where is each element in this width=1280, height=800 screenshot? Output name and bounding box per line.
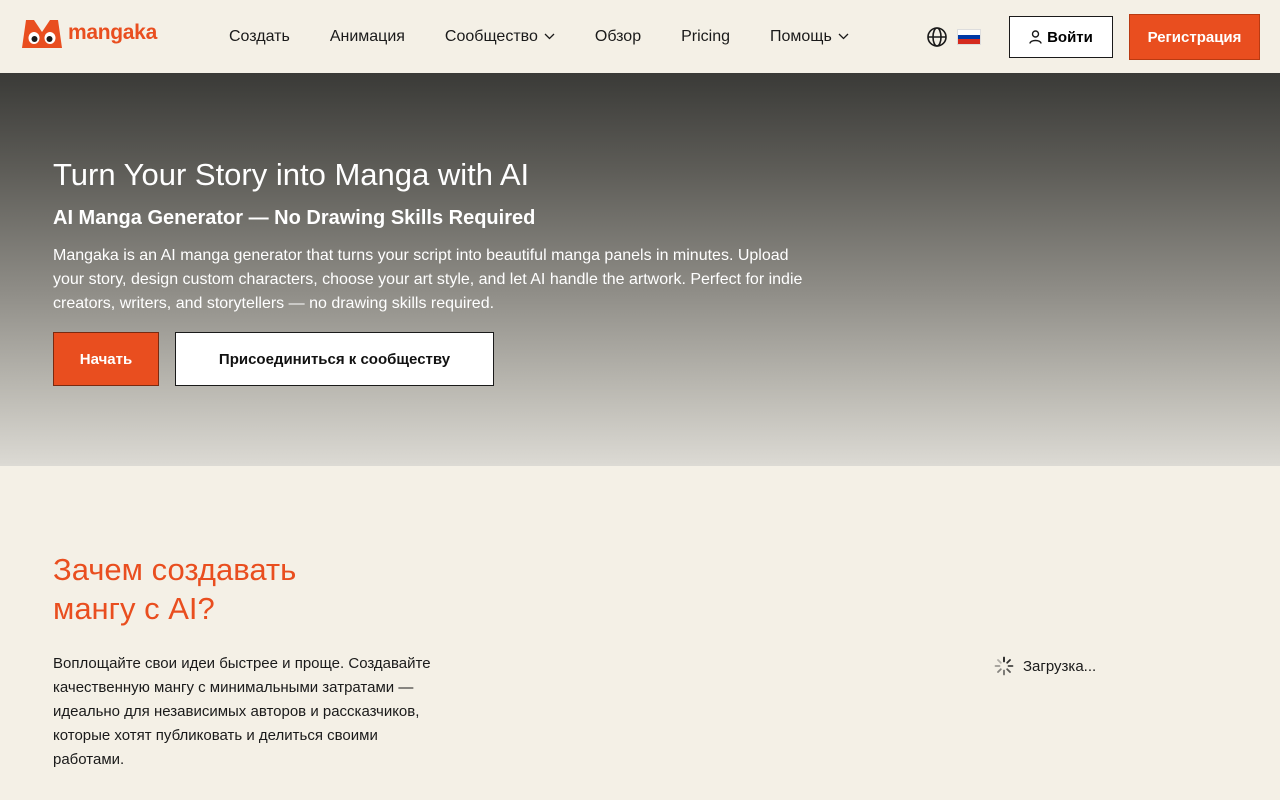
start-button[interactable]: Начать <box>53 332 159 386</box>
nav-item-community[interactable]: Сообщество <box>445 28 555 46</box>
nav-item-label: Помощь <box>770 27 832 45</box>
hero-section: Turn Your Story into Manga with AI AI Ma… <box>0 73 1280 466</box>
globe-icon[interactable] <box>926 26 948 48</box>
nav-item-help[interactable]: Помощь <box>770 28 849 46</box>
register-button[interactable]: Регистрация <box>1129 14 1260 60</box>
logo-text: mangaka <box>68 21 157 44</box>
loading-indicator: Загрузка... <box>994 656 1096 676</box>
join-community-button[interactable]: Присоединиться к сообществу <box>175 332 494 386</box>
nav-item-label: Обзор <box>594 27 642 45</box>
chevron-down-icon <box>544 33 555 40</box>
nav-item-pricing[interactable]: Pricing <box>681 28 730 46</box>
nav-item-label: Сообщество <box>444 27 538 45</box>
hero-subtitle: AI Manga Generator — No Drawing Skills R… <box>53 207 536 229</box>
nav-item-label: Анимация <box>329 27 405 45</box>
nav-item-animation[interactable]: Анимация <box>330 28 405 46</box>
logo[interactable]: mangaka <box>20 16 157 50</box>
russia-flag-icon[interactable] <box>957 29 981 45</box>
chevron-down-icon <box>838 33 849 40</box>
nav-item-label: Создать <box>229 27 290 45</box>
nav-item-create[interactable]: Создать <box>229 28 290 46</box>
main-nav: Создать Анимация Сообщество Обзор Pricin… <box>229 0 889 73</box>
hero-title: Turn Your Story into Manga with AI <box>53 157 530 192</box>
hero-description: Mangaka is an AI manga generator that tu… <box>53 247 803 312</box>
why-description: Воплощайте свои идеи быстрее и проще. Со… <box>53 655 431 768</box>
nav-item-overview[interactable]: Обзор <box>595 28 641 46</box>
mangaka-logo-icon <box>22 20 62 48</box>
site-header: mangaka Создать Анимация Сообщество Обзо… <box>0 0 1280 73</box>
login-label: Войти <box>1047 28 1093 46</box>
login-button[interactable]: Войти <box>1009 16 1113 58</box>
spinner-icon <box>994 656 1014 676</box>
nav-item-label: Pricing <box>681 27 730 45</box>
why-title: Зачем создавать мангу с AI? <box>53 552 297 626</box>
user-icon <box>1029 30 1042 44</box>
loading-label: Загрузка... <box>1023 657 1097 675</box>
